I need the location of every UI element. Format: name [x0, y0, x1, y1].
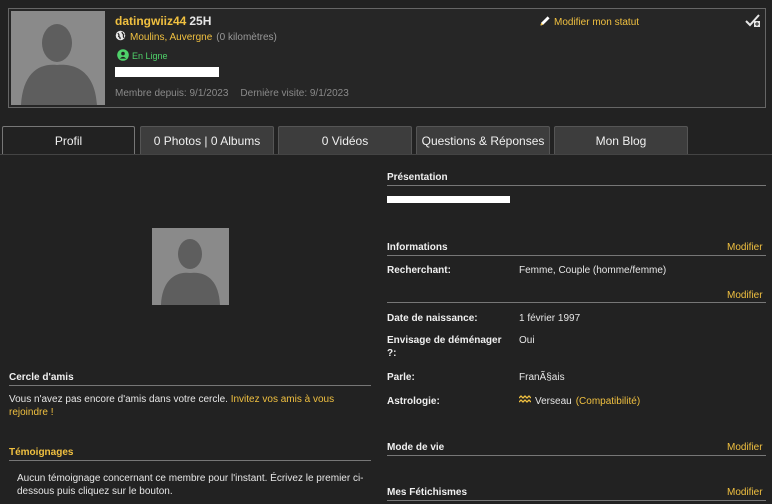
location[interactable]: Moulins, Auvergne	[130, 32, 212, 43]
friends-empty-text: Vous n'avez pas encore d'amis dans votre…	[9, 394, 228, 405]
aquarius-icon	[518, 395, 532, 407]
astro-label: Astrologie:	[387, 396, 440, 407]
tab-videos[interactable]: 0 Vidéos	[278, 126, 412, 154]
modify-seeking-link[interactable]: Modifier	[727, 290, 763, 301]
redacted-text	[115, 67, 219, 77]
birth-label: Date de naissance:	[387, 313, 478, 324]
profile-avatar[interactable]	[11, 11, 105, 105]
modify-fetish-link[interactable]: Modifier	[727, 487, 763, 498]
tab-label: Mon Blog	[595, 133, 647, 148]
tab-label: 0 Photos | 0 Albums	[153, 133, 261, 148]
member-since: Membre depuis: 9/1/2023	[115, 88, 229, 99]
speaks-label: Parle:	[387, 372, 415, 383]
pencil-icon	[539, 15, 551, 30]
tab-label: 0 Vidéos	[321, 133, 369, 148]
tab-profil[interactable]: Profil	[2, 126, 135, 154]
astro-value-line: Verseau (Compatibilité)	[518, 395, 640, 407]
seeking-label: Recherchant:	[387, 265, 451, 276]
lifestyle-title: Mode de vie	[387, 442, 766, 456]
username[interactable]: datingwiiz44	[115, 14, 186, 28]
modify-informations-link[interactable]: Modifier	[727, 242, 763, 253]
seeking-value: Femme, Couple (homme/femme)	[519, 265, 667, 276]
tab-divider	[0, 154, 772, 155]
testimonials-section-title: Témoignages	[9, 447, 371, 461]
check-badge-icon[interactable]	[745, 14, 761, 31]
tab-label: Questions & Réponses	[421, 133, 545, 148]
online-status: En Ligne	[117, 49, 168, 63]
tab-blog[interactable]: Mon Blog	[554, 126, 688, 154]
testimonials-empty-text: Aucun témoignage concernant ce membre po…	[17, 473, 364, 497]
tab-label: Profil	[54, 133, 83, 148]
modify-lifestyle-link[interactable]: Modifier	[727, 442, 763, 453]
redacted-presentation	[387, 196, 510, 203]
distance: (0 kilomètres)	[216, 31, 277, 43]
informations-title: Informations	[387, 242, 766, 256]
fetish-title: Mes Fétichismes	[387, 487, 766, 501]
astro-value: Verseau	[535, 395, 572, 407]
compatibility-link[interactable]: (Compatibilité)	[576, 396, 640, 407]
profile-header: datingwiiz44 25H Moulins, Auvergne (0 kil…	[8, 8, 766, 108]
age-gender: 25H	[189, 14, 212, 28]
divider	[387, 302, 766, 303]
user-online-icon	[117, 49, 129, 63]
profile-photo-placeholder[interactable]	[152, 228, 229, 305]
friends-text-block: Vous n'avez pas encore d'amis dans votre…	[9, 393, 349, 419]
globe-icon	[115, 30, 126, 44]
relocate-label: Envisage de déménager ?:	[387, 335, 502, 359]
speaks-value: FranÃ§ais	[519, 372, 565, 383]
presentation-title: Présentation	[387, 172, 766, 186]
relocate-value: Oui	[519, 335, 535, 346]
username-line: datingwiiz44 25H	[115, 14, 211, 28]
birth-value: 1 février 1997	[519, 313, 581, 324]
last-visit: Dernière visite: 9/1/2023	[240, 88, 349, 99]
modify-status-label: Modifier mon statut	[554, 17, 640, 28]
tab-photos[interactable]: 0 Photos | 0 Albums	[140, 126, 274, 154]
friends-section-title: Cercle d'amis	[9, 372, 371, 386]
modify-status-link[interactable]: Modifier mon statut	[539, 15, 639, 30]
tab-questions[interactable]: Questions & Réponses	[416, 126, 550, 154]
online-label: En Ligne	[132, 51, 168, 61]
location-line: Moulins, Auvergne (0 kilomètres)	[115, 30, 277, 44]
member-meta: Membre depuis: 9/1/2023 Dernière visite: …	[115, 88, 349, 99]
